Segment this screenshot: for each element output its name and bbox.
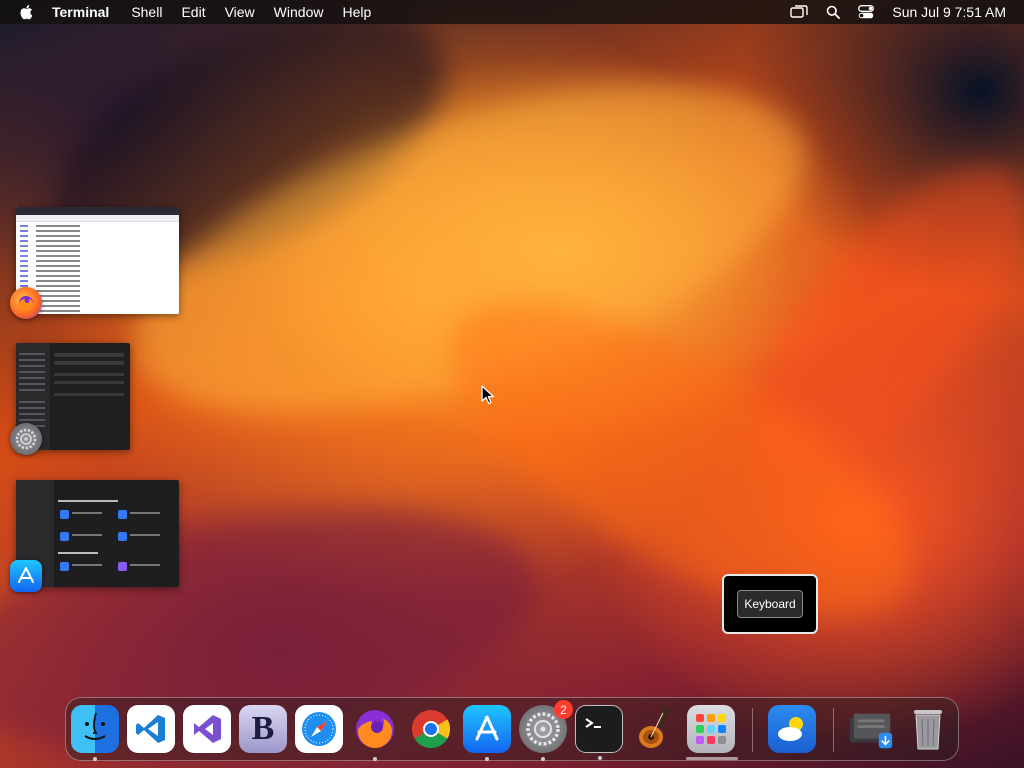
keyboard-button[interactable]: Keyboard	[737, 590, 803, 618]
notification-badge: 2	[554, 700, 573, 719]
dock-visual-studio-icon[interactable]	[183, 705, 231, 753]
system-settings-icon[interactable]	[10, 423, 42, 455]
dock-garageband-icon[interactable]	[631, 705, 679, 753]
menu-bar-clock[interactable]: Sun Jul 9 7:51 AM	[892, 4, 1006, 20]
firefox-icon[interactable]	[10, 287, 42, 319]
menu-bar: Terminal Shell Edit View Window Help Sun…	[0, 0, 1024, 24]
dock-chrome-icon[interactable]	[407, 705, 455, 753]
control-center-icon[interactable]	[858, 5, 875, 19]
menu-view[interactable]: View	[225, 4, 255, 20]
dock-downloads-stack-icon[interactable]	[848, 705, 896, 753]
dock-separator	[752, 708, 753, 752]
dock-vscode-icon[interactable]	[127, 705, 175, 753]
app-store-icon[interactable]	[10, 560, 42, 592]
desktop-wallpaper	[0, 0, 1024, 768]
menu-help[interactable]: Help	[342, 4, 371, 20]
dock-trash-icon[interactable]	[904, 705, 952, 753]
dock: B 2	[65, 697, 959, 761]
dock-magnify-indicator	[686, 757, 738, 760]
dock-separator	[833, 708, 834, 752]
dock-launchpad-icon[interactable]	[687, 705, 735, 753]
menu-window[interactable]: Window	[274, 4, 324, 20]
app-menu-terminal[interactable]: Terminal	[52, 4, 109, 20]
menu-shell[interactable]: Shell	[131, 4, 162, 20]
dock-firefox-icon[interactable]	[351, 705, 399, 761]
dock-safari-icon[interactable]	[295, 705, 343, 753]
screen-mirroring-icon[interactable]	[790, 5, 809, 19]
dock-finder-icon[interactable]	[71, 705, 119, 761]
apple-menu-icon[interactable]	[0, 4, 52, 20]
menu-edit[interactable]: Edit	[181, 4, 205, 20]
spotlight-search-icon[interactable]	[826, 5, 841, 19]
dock-terminal-icon[interactable]	[575, 705, 623, 760]
dock-weather-icon[interactable]	[768, 705, 816, 753]
keyboard-hud: Keyboard	[722, 574, 818, 634]
mouse-pointer-icon	[481, 385, 495, 410]
dock-app-store-icon[interactable]	[463, 705, 511, 761]
dock-system-settings-icon[interactable]: 2	[519, 700, 573, 761]
dock-bbedit-icon[interactable]: B	[239, 705, 287, 753]
